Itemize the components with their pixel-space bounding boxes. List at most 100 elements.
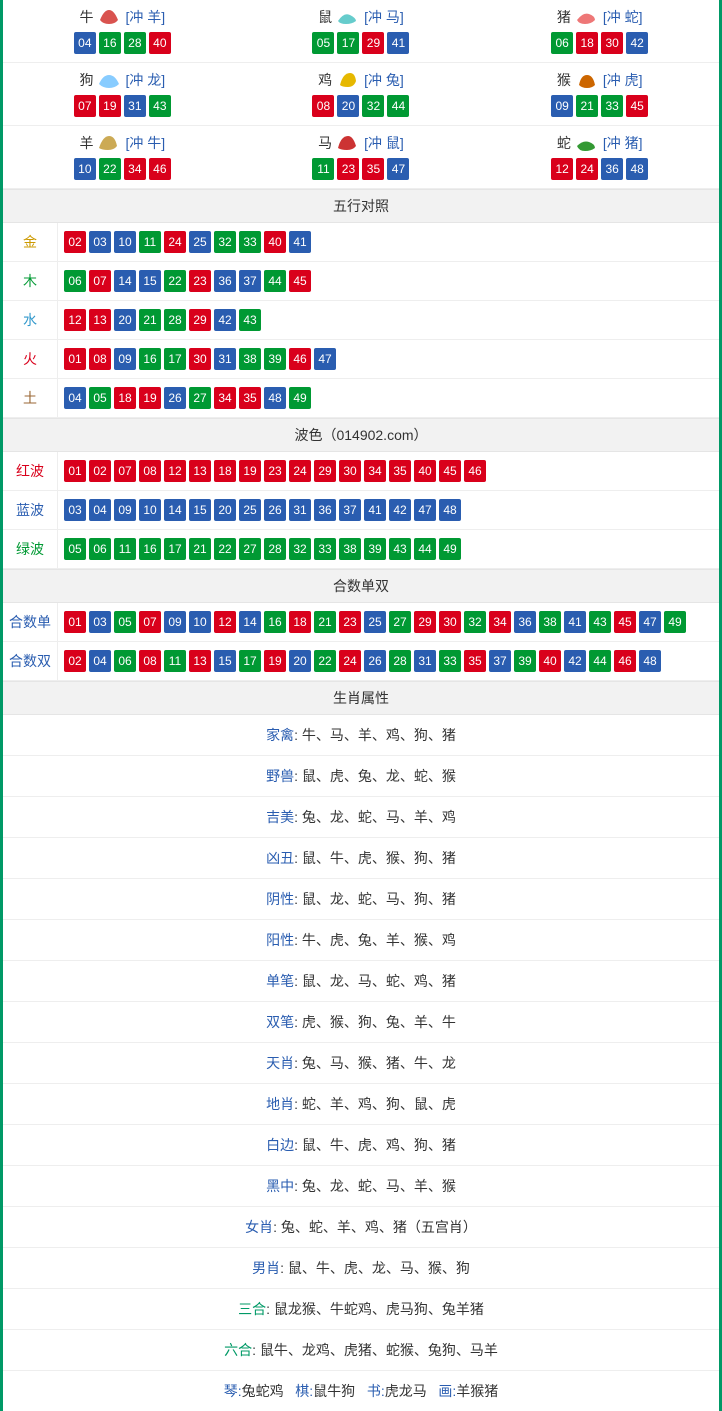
row-label: 蓝波 bbox=[3, 491, 58, 530]
attr-val: : 鼠牛、龙鸡、虎猪、蛇猴、兔狗、马羊 bbox=[252, 1342, 498, 1358]
attr-row: 单笔: 鼠、龙、马、蛇、鸡、猪 bbox=[3, 961, 719, 1002]
attr-row: 家禽: 牛、马、羊、鸡、狗、猪 bbox=[3, 715, 719, 756]
attr-key: 单笔 bbox=[266, 973, 294, 989]
zodiac-nums: 12243648 bbox=[480, 158, 719, 180]
num-ball: 04 bbox=[89, 650, 111, 672]
num-ball: 48 bbox=[439, 499, 461, 521]
num-ball: 22 bbox=[314, 650, 336, 672]
num-ball: 32 bbox=[362, 95, 384, 117]
heshu-table: 合数单 010305070910121416182123252729303234… bbox=[3, 603, 719, 681]
row-nums: 0102070812131819232429303435404546 bbox=[58, 452, 719, 491]
zodiac-cell: 鸡 [冲 兔] 08203244 bbox=[242, 63, 481, 126]
num-ball: 28 bbox=[389, 650, 411, 672]
num-ball: 07 bbox=[89, 270, 111, 292]
num-ball: 34 bbox=[124, 158, 146, 180]
bottom-val: 虎龙马 bbox=[385, 1383, 427, 1399]
num-ball: 08 bbox=[89, 348, 111, 370]
num-ball: 32 bbox=[214, 231, 236, 253]
num-ball: 47 bbox=[387, 158, 409, 180]
num-ball: 47 bbox=[414, 499, 436, 521]
attr-val: : 兔、蛇、羊、鸡、猪（五宫肖） bbox=[273, 1219, 477, 1235]
num-ball: 43 bbox=[239, 309, 261, 331]
num-ball: 36 bbox=[514, 611, 536, 633]
zodiac-cell: 蛇 [冲 猪] 12243648 bbox=[480, 126, 719, 189]
num-ball: 43 bbox=[589, 611, 611, 633]
num-ball: 16 bbox=[139, 348, 161, 370]
num-ball: 25 bbox=[364, 611, 386, 633]
num-ball: 24 bbox=[576, 158, 598, 180]
num-ball: 45 bbox=[626, 95, 648, 117]
num-ball: 05 bbox=[114, 611, 136, 633]
num-ball: 34 bbox=[489, 611, 511, 633]
num-ball: 09 bbox=[114, 499, 136, 521]
bottom-val: 羊猴猪 bbox=[456, 1383, 498, 1399]
zodiac-cell: 羊 [冲 牛] 10223446 bbox=[3, 126, 242, 189]
num-ball: 39 bbox=[364, 538, 386, 560]
num-ball: 04 bbox=[89, 499, 111, 521]
num-ball: 10 bbox=[74, 158, 96, 180]
attr-val: : 鼠、龙、马、蛇、鸡、猪 bbox=[294, 973, 456, 989]
num-ball: 32 bbox=[464, 611, 486, 633]
num-ball: 33 bbox=[239, 231, 261, 253]
num-ball: 07 bbox=[139, 611, 161, 633]
attr-val: : 鼠、牛、虎、猴、狗、猪 bbox=[294, 850, 456, 866]
attr-val: : 牛、马、羊、鸡、狗、猪 bbox=[294, 727, 456, 743]
row-nums: 04051819262734354849 bbox=[58, 379, 719, 418]
num-ball: 16 bbox=[99, 32, 121, 54]
num-ball: 11 bbox=[114, 538, 136, 560]
num-ball: 36 bbox=[214, 270, 236, 292]
num-ball: 06 bbox=[114, 650, 136, 672]
zodiac-icon bbox=[334, 6, 362, 28]
bottom-val: 兔蛇鸡 bbox=[242, 1383, 284, 1399]
num-ball: 36 bbox=[601, 158, 623, 180]
num-ball: 22 bbox=[164, 270, 186, 292]
header-heshu: 合数单双 bbox=[3, 569, 719, 603]
attr-row: 地肖: 蛇、羊、鸡、狗、鼠、虎 bbox=[3, 1084, 719, 1125]
zodiac-icon bbox=[95, 6, 123, 28]
num-ball: 10 bbox=[139, 499, 161, 521]
attr-key: 天肖 bbox=[266, 1055, 294, 1071]
num-ball: 12 bbox=[164, 460, 186, 482]
attr-key: 阳性 bbox=[266, 932, 294, 948]
bottom-val: 鼠牛狗 bbox=[313, 1383, 355, 1399]
row-label: 金 bbox=[3, 223, 58, 262]
num-ball: 19 bbox=[264, 650, 286, 672]
num-ball: 02 bbox=[64, 231, 86, 253]
zodiac-nums: 07193143 bbox=[3, 95, 242, 117]
num-ball: 48 bbox=[626, 158, 648, 180]
num-ball: 20 bbox=[289, 650, 311, 672]
num-ball: 20 bbox=[337, 95, 359, 117]
attr-row: 双笔: 虎、猴、狗、兔、羊、牛 bbox=[3, 1002, 719, 1043]
num-ball: 46 bbox=[149, 158, 171, 180]
num-ball: 42 bbox=[626, 32, 648, 54]
num-ball: 42 bbox=[564, 650, 586, 672]
num-ball: 28 bbox=[264, 538, 286, 560]
num-ball: 11 bbox=[312, 158, 334, 180]
attr-key: 女肖 bbox=[245, 1219, 273, 1235]
attr-key: 野兽 bbox=[266, 768, 294, 784]
num-ball: 13 bbox=[89, 309, 111, 331]
attr-val: : 牛、虎、兔、羊、猴、鸡 bbox=[294, 932, 456, 948]
num-ball: 05 bbox=[64, 538, 86, 560]
num-ball: 15 bbox=[189, 499, 211, 521]
num-ball: 13 bbox=[189, 460, 211, 482]
attr-row: 阳性: 牛、虎、兔、羊、猴、鸡 bbox=[3, 920, 719, 961]
attr-key: 阴性 bbox=[266, 891, 294, 907]
num-ball: 31 bbox=[124, 95, 146, 117]
attr-val: : 鼠、虎、兔、龙、蛇、猴 bbox=[294, 768, 456, 784]
num-ball: 05 bbox=[312, 32, 334, 54]
zodiac-cell: 马 [冲 鼠] 11233547 bbox=[242, 126, 481, 189]
attr-row: 阴性: 鼠、龙、蛇、马、狗、猪 bbox=[3, 879, 719, 920]
num-ball: 30 bbox=[189, 348, 211, 370]
attr-row: 野兽: 鼠、虎、兔、龙、蛇、猴 bbox=[3, 756, 719, 797]
header-bose: 波色（014902.com） bbox=[3, 418, 719, 452]
num-ball: 24 bbox=[289, 460, 311, 482]
attr-row: 女肖: 兔、蛇、羊、鸡、猪（五宫肖） bbox=[3, 1207, 719, 1248]
num-ball: 42 bbox=[389, 499, 411, 521]
attr-row: 男肖: 鼠、牛、虎、龙、马、猴、狗 bbox=[3, 1248, 719, 1289]
zodiac-icon bbox=[334, 69, 362, 91]
num-ball: 03 bbox=[64, 499, 86, 521]
num-ball: 45 bbox=[614, 611, 636, 633]
num-ball: 16 bbox=[264, 611, 286, 633]
num-ball: 17 bbox=[239, 650, 261, 672]
